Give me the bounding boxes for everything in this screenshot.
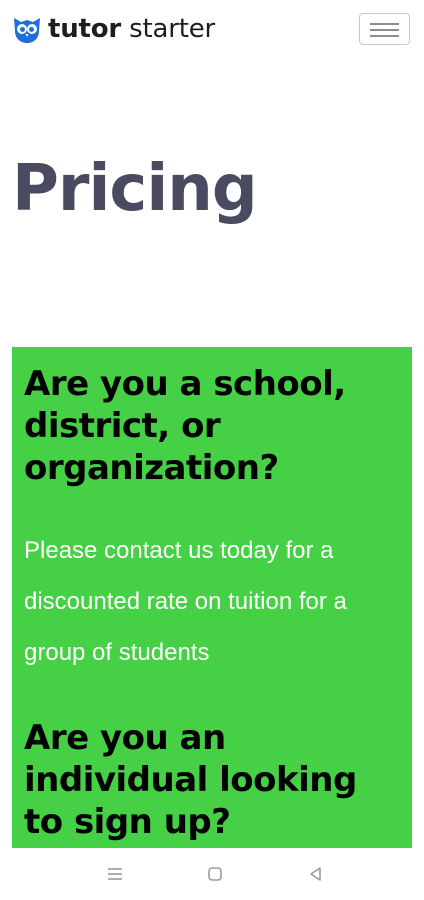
back-icon[interactable] [306, 864, 326, 884]
owl-logo-icon [14, 18, 40, 43]
home-icon[interactable] [205, 864, 225, 884]
hamburger-menu-icon-line [370, 35, 399, 37]
organization-description: Please contact us today for a discounted… [24, 537, 347, 666]
organization-heading: Are you a school, district, or organizat… [24, 364, 346, 488]
page-title: Pricing [12, 152, 258, 226]
brand-name: tutor starter [48, 14, 215, 44]
brand-name-bold: tutor [48, 14, 122, 44]
recents-icon[interactable] [105, 864, 125, 884]
hamburger-menu-icon [370, 23, 399, 25]
hamburger-menu-icon-line [370, 29, 399, 31]
pricing-info-card: Are you a school, district, or organizat… [12, 347, 412, 848]
system-navigation-bar [0, 848, 424, 900]
hamburger-menu-button[interactable] [359, 13, 410, 45]
brand-name-light: starter [129, 14, 215, 44]
site-header: tutor starter [0, 0, 424, 62]
individual-heading: Are you an individual looking to sign up… [24, 718, 357, 842]
brand-logo[interactable]: tutor starter [12, 14, 215, 44]
